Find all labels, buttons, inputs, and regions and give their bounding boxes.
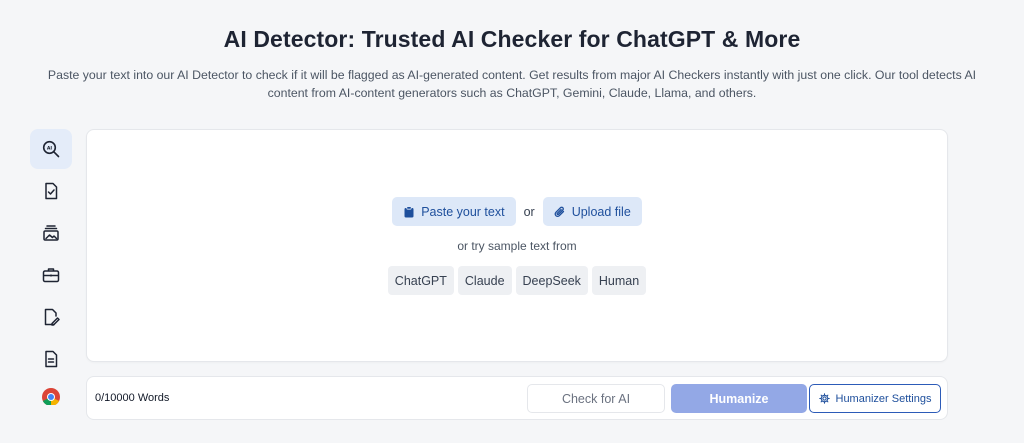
sidebar-item-document[interactable] <box>30 339 72 379</box>
sample-chatgpt-button[interactable]: ChatGPT <box>387 266 454 295</box>
check-for-ai-button[interactable]: Check for AI <box>527 384 665 413</box>
or-separator: or <box>523 204 535 219</box>
briefcase-icon <box>42 268 60 283</box>
sample-text-prompt: or try sample text from <box>457 239 577 253</box>
sample-deepseek-button[interactable]: DeepSeek <box>515 266 588 295</box>
sidebar-item-image[interactable] <box>30 213 72 253</box>
sample-text-options: ChatGPT Claude DeepSeek Human <box>87 266 947 295</box>
sidebar-item-editor[interactable] <box>30 297 72 337</box>
document-check-icon <box>45 182 58 200</box>
upload-file-button[interactable]: Upload file <box>542 197 642 226</box>
action-toolbar: 0/10000 Words Check for AI Humanize Huma… <box>86 376 948 420</box>
paste-text-label: Paste your text <box>421 204 505 219</box>
sidebar-item-chrome-extension[interactable] <box>30 381 72 405</box>
chrome-icon <box>42 388 60 405</box>
humanize-button[interactable]: Humanize <box>671 384 807 413</box>
image-stack-icon <box>43 225 59 241</box>
humanizer-settings-label: Humanizer Settings <box>835 392 932 405</box>
sidebar-item-ai-detector[interactable]: AI <box>30 129 72 169</box>
document-edit-icon <box>44 308 60 326</box>
upload-file-label: Upload file <box>571 204 631 219</box>
sample-claude-button[interactable]: Claude <box>457 266 512 295</box>
clipboard-icon <box>404 205 414 217</box>
sidebar-item-plagiarism[interactable] <box>30 171 72 211</box>
paste-text-button[interactable]: Paste your text <box>392 197 516 226</box>
text-input-area[interactable]: Paste your text or Upload file or try sa… <box>86 129 948 362</box>
page-subtitle: Paste your text into our AI Detector to … <box>47 68 977 100</box>
word-count: 0/10000 Words <box>95 392 170 404</box>
ai-search-icon: AI <box>42 140 60 158</box>
sidebar-item-business[interactable] <box>30 255 72 295</box>
page-title: AI Detector: Trusted AI Checker for Chat… <box>223 26 801 52</box>
paperclip-icon <box>554 206 564 217</box>
sample-human-button[interactable]: Human <box>591 266 647 295</box>
gear-icon <box>818 393 830 404</box>
svg-text:AI: AI <box>47 145 53 151</box>
tool-sidebar: AI <box>30 129 72 407</box>
document-lines-icon <box>45 350 58 368</box>
humanizer-settings-button[interactable]: Humanizer Settings <box>809 384 941 413</box>
input-options: Paste your text or Upload file <box>87 197 947 226</box>
